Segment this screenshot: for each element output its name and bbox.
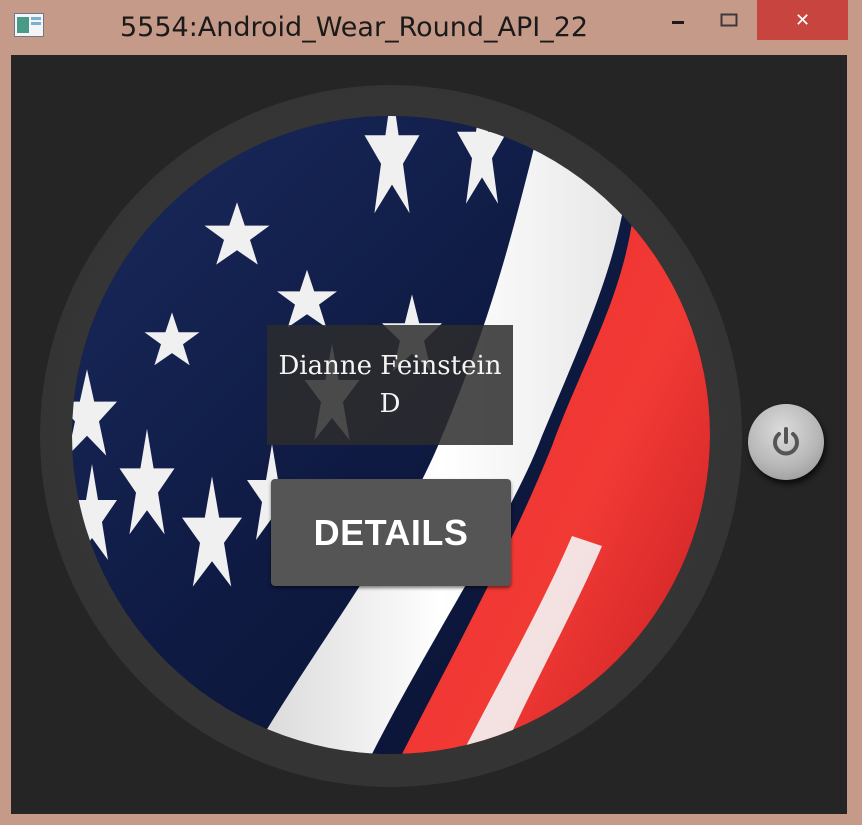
- minimize-button[interactable]: [655, 0, 701, 40]
- power-button[interactable]: [748, 404, 824, 480]
- window-titlebar[interactable]: 5554:Android_Wear_Round_API_22 ✕: [0, 0, 862, 54]
- details-button[interactable]: DETAILS: [271, 479, 511, 586]
- senator-info-panel: Dianne Feinstein D: [267, 325, 513, 445]
- close-icon: ✕: [794, 9, 811, 31]
- power-icon: [773, 427, 799, 456]
- senator-name: Dianne Feinstein: [278, 351, 502, 381]
- senator-party: D: [379, 389, 401, 419]
- app-icon: [14, 13, 44, 37]
- maximize-icon: [720, 13, 738, 27]
- minimize-icon: [672, 21, 684, 24]
- maximize-button[interactable]: [706, 0, 752, 40]
- close-button[interactable]: ✕: [757, 0, 848, 40]
- window-title: 5554:Android_Wear_Round_API_22: [120, 12, 589, 43]
